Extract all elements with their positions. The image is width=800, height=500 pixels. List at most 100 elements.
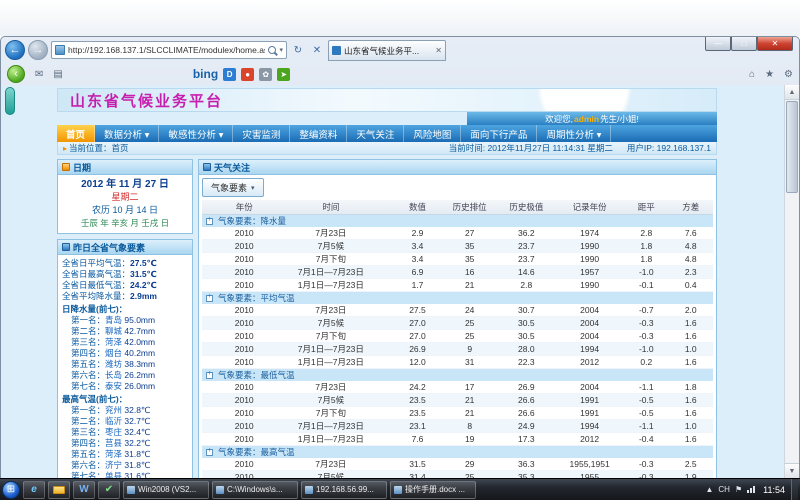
table-cell: 7.6: [393, 432, 442, 445]
table-cell: 27.0: [393, 316, 442, 329]
nav-item-sensitivity-analysis[interactable]: 敏感性分析 ▾: [159, 125, 233, 142]
toolbar-app-icon-4[interactable]: ➤: [277, 68, 290, 81]
vertical-scrollbar[interactable]: ▲ ▼: [784, 85, 799, 478]
taskbar-ie-icon[interactable]: e: [23, 481, 45, 499]
network-icon[interactable]: [747, 486, 755, 493]
row-spacer-cell: [202, 329, 220, 342]
table-cell: 1.6: [668, 432, 713, 445]
taskbar-button[interactable]: 192.168.56.99...: [301, 481, 387, 499]
clock[interactable]: 11:54: [760, 485, 788, 495]
nav-item-risk-map[interactable]: 风险地图: [404, 125, 461, 142]
row-spacer-cell: [202, 342, 220, 355]
scroll-down-arrow[interactable]: ▼: [785, 463, 799, 478]
nav-item-home[interactable]: 首页: [57, 125, 95, 142]
tray-expand-icon[interactable]: ▲: [705, 485, 713, 494]
stop-button[interactable]: ✕: [309, 42, 325, 58]
table-cell: 1994: [555, 342, 624, 355]
maximize-button[interactable]: □: [731, 36, 757, 51]
table-cell: 26.9: [393, 342, 442, 355]
nav-item-downstream-products[interactable]: 面向下行产品: [461, 125, 537, 142]
table-cell: 2010: [220, 227, 269, 240]
print-icon[interactable]: ▤: [53, 69, 62, 80]
station-value: 32.2℃: [124, 438, 150, 448]
address-dropdown-icon[interactable]: ▾: [279, 46, 283, 54]
expand-icon[interactable]: [206, 295, 213, 302]
taskbar-explorer-icon[interactable]: [48, 481, 70, 499]
table-cell: 1.8: [624, 239, 668, 252]
table-head: 年份时间数值历史排位历史极值记录年份距平方差: [202, 200, 713, 214]
table-row: 20107月5候3.43523.719901.84.8: [202, 239, 713, 252]
column-header: 距平: [624, 200, 668, 214]
nav-item-disaster-monitor[interactable]: 灾害监测: [233, 125, 290, 142]
bing-logo[interactable]: bing: [193, 67, 218, 81]
element-filter-button[interactable]: 气象要素 ▾: [202, 178, 264, 197]
row-spacer-cell: [202, 432, 220, 445]
nav-item-archive-data[interactable]: 整编资料: [290, 125, 347, 142]
expand-icon[interactable]: [206, 449, 213, 456]
nav-item-data-analysis[interactable]: 数据分析 ▾: [95, 125, 159, 142]
browser-back-button[interactable]: ←: [5, 40, 25, 60]
home-icon[interactable]: ⌂: [749, 69, 755, 80]
browser-forward-button[interactable]: →: [28, 40, 48, 60]
mail-icon[interactable]: ✉: [35, 69, 43, 80]
nav-item-periodic-analysis[interactable]: 周期性分析 ▾: [537, 125, 611, 142]
element-summary: 全省日平均气温：27.5℃全省日最高气温：31.5℃全省日最低气温：24.2℃全…: [62, 258, 188, 302]
toolbar-app-icon-2[interactable]: ●: [241, 68, 254, 81]
table-cell: 2004: [555, 304, 624, 317]
close-button[interactable]: ✕: [757, 36, 793, 51]
taskbar-button[interactable]: 操作手册.docx ...: [390, 481, 476, 499]
weather-table: 年份时间数值历史排位历史极值记录年份距平方差 气象要素：降水量20107月23日…: [202, 200, 713, 478]
row-spacer-cell: [202, 458, 220, 471]
nav-item-weather-focus[interactable]: 天气关注: [347, 125, 404, 142]
table-cell: 1.8: [624, 252, 668, 265]
toolbar-app-icon-1[interactable]: D: [223, 68, 236, 81]
taskbar-button-label: Win2008 (VS2...: [138, 485, 196, 494]
scroll-up-arrow[interactable]: ▲: [785, 85, 799, 100]
taskbar-button[interactable]: C:\Windows\s...: [212, 481, 298, 499]
scrollbar-thumb[interactable]: [786, 101, 798, 193]
table-cell: 1955,1951: [555, 458, 624, 471]
window-icon: [127, 486, 135, 494]
row-spacer-cell: [202, 304, 220, 317]
table-section-row[interactable]: 气象要素：降水量: [202, 214, 713, 227]
language-indicator[interactable]: CH: [718, 485, 730, 494]
start-button[interactable]: ⊞: [2, 481, 20, 499]
table-section-row[interactable]: 气象要素：最低气温: [202, 368, 713, 381]
table-cell: 2010: [220, 393, 269, 406]
table-cell: 23.1: [393, 419, 442, 432]
search-icon[interactable]: [268, 46, 276, 54]
refresh-button[interactable]: ↻: [290, 42, 306, 58]
taskbar-word-icon[interactable]: W: [73, 481, 95, 499]
toolbar-app-icon-3[interactable]: ✿: [259, 68, 272, 81]
table-cell: 9: [442, 342, 498, 355]
table-row: 20101月1日—7月23日7.61917.32012-0.41.6: [202, 432, 713, 445]
tab-close-icon[interactable]: ✕: [435, 46, 442, 55]
station-value: 31.8℃: [124, 449, 150, 459]
table-cell: 1.6: [668, 393, 713, 406]
table-row: 20107月1日—7月23日26.9928.01994-1.01.0: [202, 342, 713, 355]
gregorian-date: 2012 年 11 月 27 日: [62, 178, 188, 191]
table-cell: 25: [442, 316, 498, 329]
rank-group-title: 最高气温(前七)：: [62, 394, 188, 405]
station-name: 济宁: [105, 460, 124, 470]
table-cell: 35: [442, 239, 498, 252]
taskbar-app-icon[interactable]: ✔: [98, 481, 120, 499]
rank-label: 第三名：: [71, 427, 105, 437]
expand-icon[interactable]: [206, 218, 213, 225]
table-section-row[interactable]: 气象要素：平均气温: [202, 291, 713, 304]
table-cell: 1957: [555, 265, 624, 278]
rank-item: 第四名：烟台 40.2mm: [62, 348, 188, 359]
minimize-button[interactable]: —: [705, 36, 731, 51]
address-bar[interactable]: http://192.168.137.1/SLCCLIMATE/modulex/…: [51, 41, 287, 59]
taskbar-button-label: C:\Windows\s...: [227, 485, 283, 494]
accelerator-back-orb[interactable]: ‹: [7, 65, 25, 83]
tools-gear-icon[interactable]: ⚙: [784, 69, 793, 80]
show-desktop-button[interactable]: [791, 479, 798, 500]
taskbar-button[interactable]: Win2008 (VS2...: [123, 481, 209, 499]
browser-tab[interactable]: 山东省气候业务平... ✕: [328, 40, 446, 61]
flag-icon[interactable]: ⚑: [735, 485, 742, 494]
sidebar-toggle-handle[interactable]: [5, 87, 15, 115]
table-section-row[interactable]: 气象要素：最高气温: [202, 445, 713, 458]
expand-icon[interactable]: [206, 372, 213, 379]
favorites-star-icon[interactable]: ★: [765, 69, 774, 80]
